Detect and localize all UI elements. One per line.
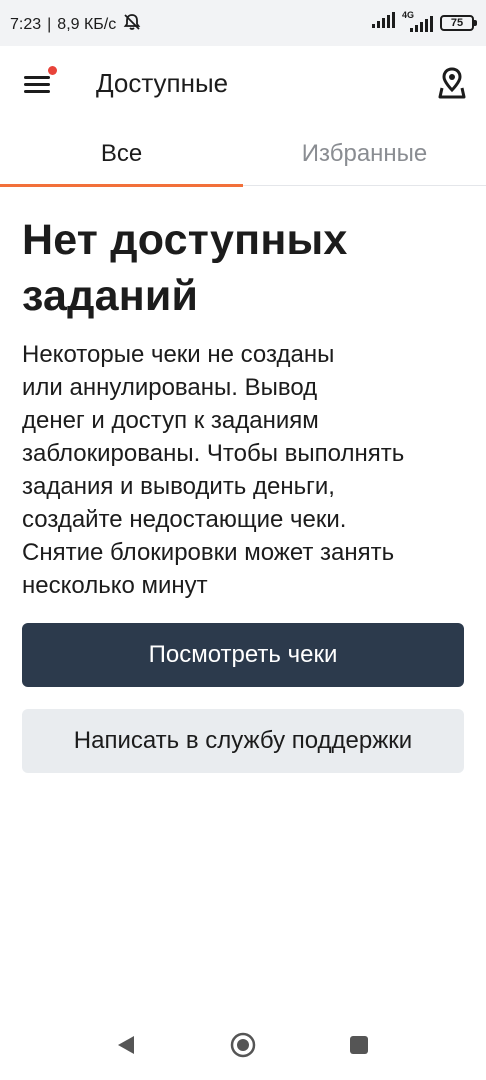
view-receipts-button[interactable]: Посмотреть чеки xyxy=(22,623,464,687)
battery-level: 75 xyxy=(450,16,464,29)
page-title: Доступные xyxy=(96,68,229,98)
tab-all[interactable]: Все xyxy=(0,122,243,187)
back-triangle-icon[interactable] xyxy=(116,1034,136,1056)
signal-4g-icon: 4G xyxy=(402,10,434,32)
active-tab-indicator xyxy=(0,184,243,187)
status-time: 7:23 xyxy=(10,15,42,33)
menu-button[interactable] xyxy=(24,66,57,100)
status-right: 4G 75 xyxy=(372,10,477,33)
tab-all-label: Все xyxy=(100,140,143,167)
location-pin-icon xyxy=(436,67,468,104)
system-nav-bar xyxy=(0,1018,486,1080)
contact-support-button[interactable]: Написать в службу поддержки xyxy=(22,709,464,773)
location-button[interactable] xyxy=(436,66,468,100)
status-speed: 8,9 КБ/с xyxy=(57,15,117,33)
app-bar: Доступные xyxy=(0,46,486,122)
recent-apps-square-icon[interactable] xyxy=(350,1036,368,1054)
tab-bar: Все Избранные xyxy=(0,122,486,187)
tab-favorites[interactable]: Избранные xyxy=(243,122,486,186)
contact-support-label: Написать в службу поддержки xyxy=(73,727,413,754)
status-bar: 7:23 | 8,9 КБ/с 4G 75 xyxy=(0,0,486,46)
status-separator: | xyxy=(47,15,52,33)
view-receipts-label: Посмотреть чеки xyxy=(148,641,338,668)
muted-alarm-icon xyxy=(122,12,142,37)
empty-state-description: Некоторые чеки не созданы или аннулирова… xyxy=(22,341,405,599)
tab-favorites-label: Избранные xyxy=(301,140,428,167)
status-left: 7:23 | 8,9 КБ/с xyxy=(10,12,142,37)
home-circle-icon[interactable] xyxy=(230,1032,256,1058)
notification-dot xyxy=(48,66,57,75)
empty-state: Нет доступных заданий Некоторые чеки не … xyxy=(22,212,464,602)
empty-state-heading: Нет доступных заданий xyxy=(22,216,348,320)
battery-icon: 75 xyxy=(440,14,477,31)
signal-icon xyxy=(372,12,396,33)
